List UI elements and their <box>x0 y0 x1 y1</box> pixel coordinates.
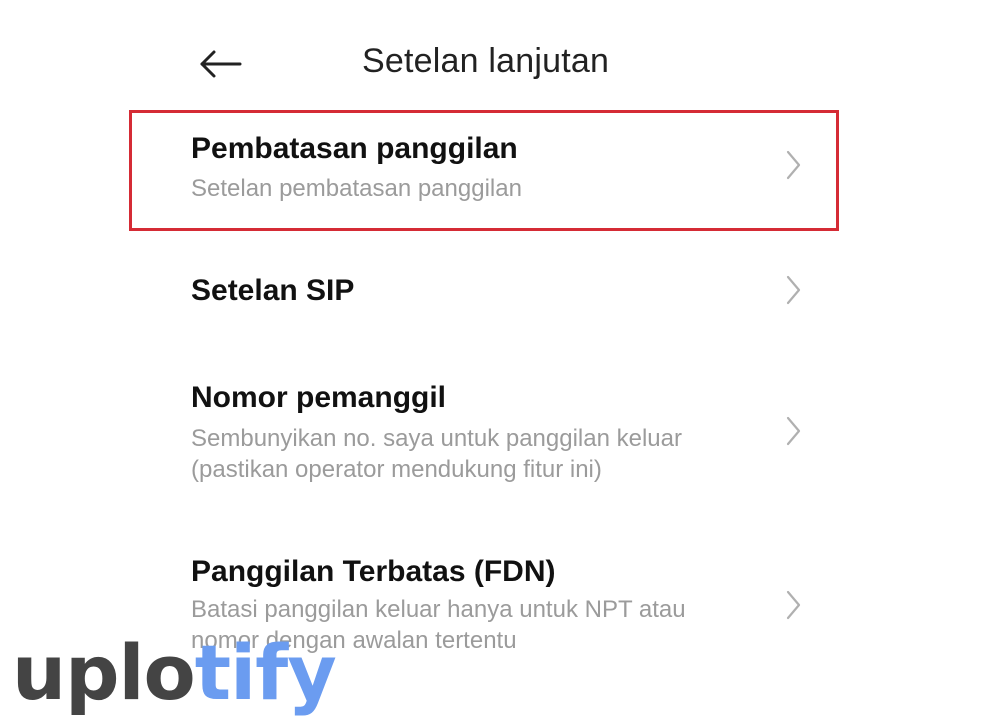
chevron-right-icon <box>786 275 801 305</box>
page-title: Setelan lanjutan <box>362 42 610 80</box>
chevron-right-icon <box>786 590 801 620</box>
menu-item-call-barring[interactable]: Pembatasan panggilan Setelan pembatasan … <box>131 112 835 226</box>
chevron-right-icon <box>786 416 801 446</box>
app-header: Setelan lanjutan <box>0 0 1004 125</box>
uplotify-watermark-logo: uplotify <box>12 635 337 711</box>
menu-item-caller-id[interactable]: Nomor pemanggil Sembunyikan no. saya unt… <box>131 362 835 502</box>
item-subtitle: Setelan pembatasan panggilan <box>191 175 522 202</box>
logo-text-accent: tify <box>194 628 337 717</box>
back-button[interactable] <box>196 44 246 84</box>
item-subtitle: Sembunyikan no. saya untuk panggilan kel… <box>191 425 682 483</box>
logo-text-dark: uplo <box>12 628 196 717</box>
item-title: Pembatasan panggilan <box>191 132 518 165</box>
chevron-right-icon <box>786 150 801 180</box>
item-title: Panggilan Terbatas (FDN) <box>191 555 556 588</box>
item-title: Setelan SIP <box>191 274 355 307</box>
item-title: Nomor pemanggil <box>191 381 447 414</box>
arrow-left-icon <box>200 50 242 78</box>
menu-item-sip-settings[interactable]: Setelan SIP <box>131 240 835 340</box>
